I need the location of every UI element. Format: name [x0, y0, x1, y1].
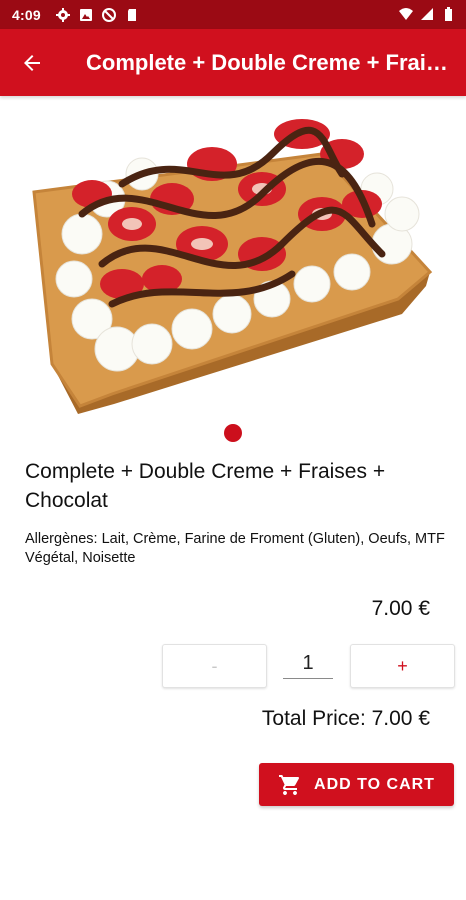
increase-quantity-button[interactable]: + — [350, 644, 455, 688]
sd-card-icon — [127, 8, 136, 21]
product-image[interactable] — [22, 104, 442, 414]
settings-icon — [55, 7, 70, 22]
cart-icon — [279, 774, 300, 795]
app-bar: Complete + Double Creme + Fraises + Choc… — [0, 29, 466, 96]
photo-icon — [79, 8, 92, 21]
allergens-text: Allergènes: Lait, Crème, Farine de Frome… — [25, 531, 445, 566]
blocked-icon — [101, 7, 116, 22]
add-to-cart-label: ADD TO CART — [314, 775, 435, 793]
arrow-back-icon — [24, 54, 40, 71]
status-system-icons — [398, 6, 456, 22]
unit-price: 7.00 € — [371, 597, 430, 620]
decrease-quantity-button[interactable]: - — [162, 644, 267, 688]
image-page-indicator[interactable] — [224, 424, 242, 442]
back-button[interactable] — [0, 29, 64, 96]
page-title: Complete + Double Creme + Fraises + Choc… — [86, 49, 456, 75]
wifi-icon — [399, 8, 413, 20]
product-name: Complete + Double Creme + Fraises + Choc… — [25, 460, 386, 512]
battery-icon — [445, 7, 452, 21]
status-notification-icons — [55, 7, 140, 23]
add-to-cart-button[interactable]: ADD TO CART — [259, 763, 454, 806]
signal-icon — [421, 8, 433, 20]
status-time: 4:09 — [12, 6, 41, 23]
status-bar: 4:09 — [0, 0, 466, 29]
total-price: Total Price: 7.00 € — [261, 707, 430, 730]
quantity-input[interactable]: 1 — [283, 648, 333, 679]
